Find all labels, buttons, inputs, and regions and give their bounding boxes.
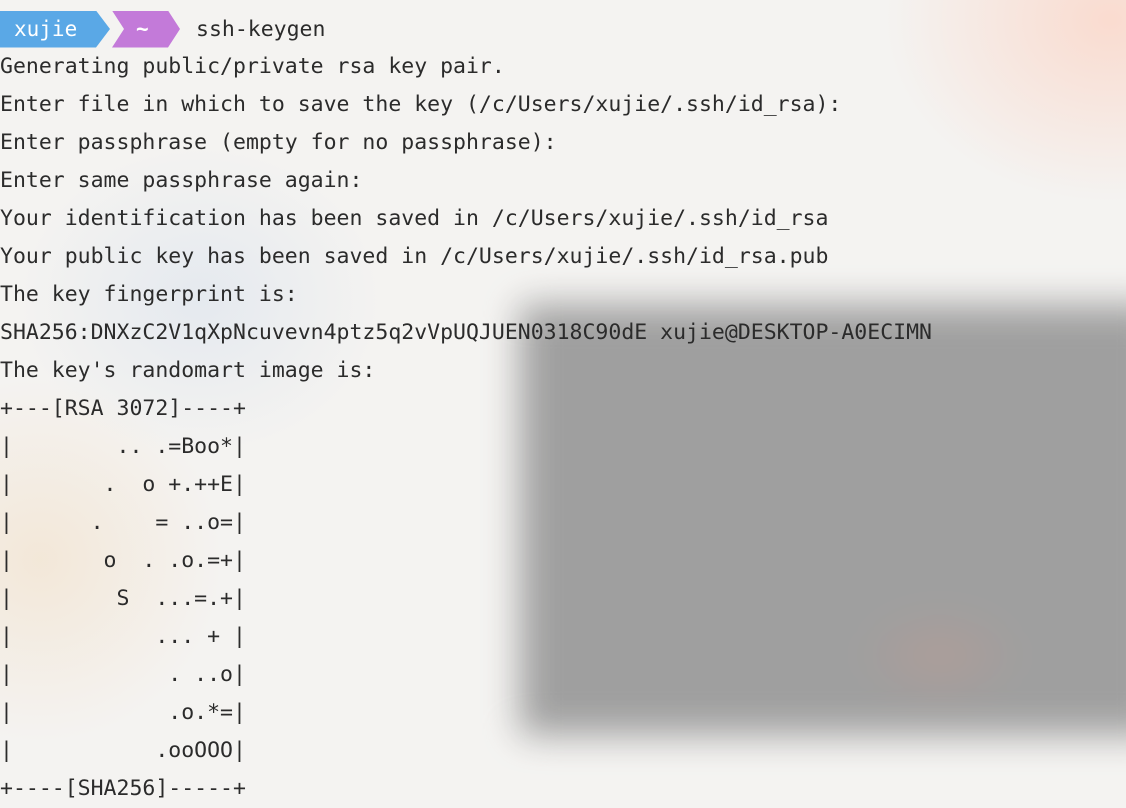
randomart-row: | .ooOOO| [0,738,246,763]
shell-prompt: xujie ~ ssh-keygen [0,10,1126,48]
randomart-row: +----[SHA256]-----+ [0,776,246,801]
randomart-row: | . o +.++E| [0,472,246,497]
randomart-row: | .. .=Boo*| [0,434,246,459]
output-line: Enter file in which to save the key (/c/… [0,92,842,117]
terminal-window[interactable]: xujie ~ ssh-keygen Generating public/pri… [0,10,1126,808]
output-line: Generating public/private rsa key pair. [0,54,505,79]
randomart-row: +---[RSA 3072]----+ [0,396,246,421]
fingerprint-line: SHA256:DNXzC2V1qXpNcuvevn4ptz5q2vVpUQJUE… [0,320,932,345]
randomart-row: | ... + | [0,624,246,649]
output-line: The key's randomart image is: [0,358,376,383]
output-line: Your identification has been saved in /c… [0,206,829,231]
typed-command: ssh-keygen [196,16,326,42]
randomart-row: | . = ..o=| [0,510,246,535]
randomart-row: | o . .o.=+| [0,548,246,573]
output-line: Enter same passphrase again: [0,168,363,193]
output-line: Enter passphrase (empty for no passphras… [0,130,557,155]
output-line: Your public key has been saved in /c/Use… [0,244,829,269]
randomart-row: | .o.*=| [0,700,246,725]
command-output: Generating public/private rsa key pair. … [0,48,1126,390]
randomart-row: | S ...=.+| [0,586,246,611]
randomart-image: +---[RSA 3072]----+ | .. .=Boo*| | . o +… [0,390,1126,808]
prompt-user-segment: xujie [0,10,110,48]
randomart-row: | . ..o| [0,662,246,687]
output-line: The key fingerprint is: [0,282,298,307]
prompt-directory-segment: ~ [112,10,180,48]
